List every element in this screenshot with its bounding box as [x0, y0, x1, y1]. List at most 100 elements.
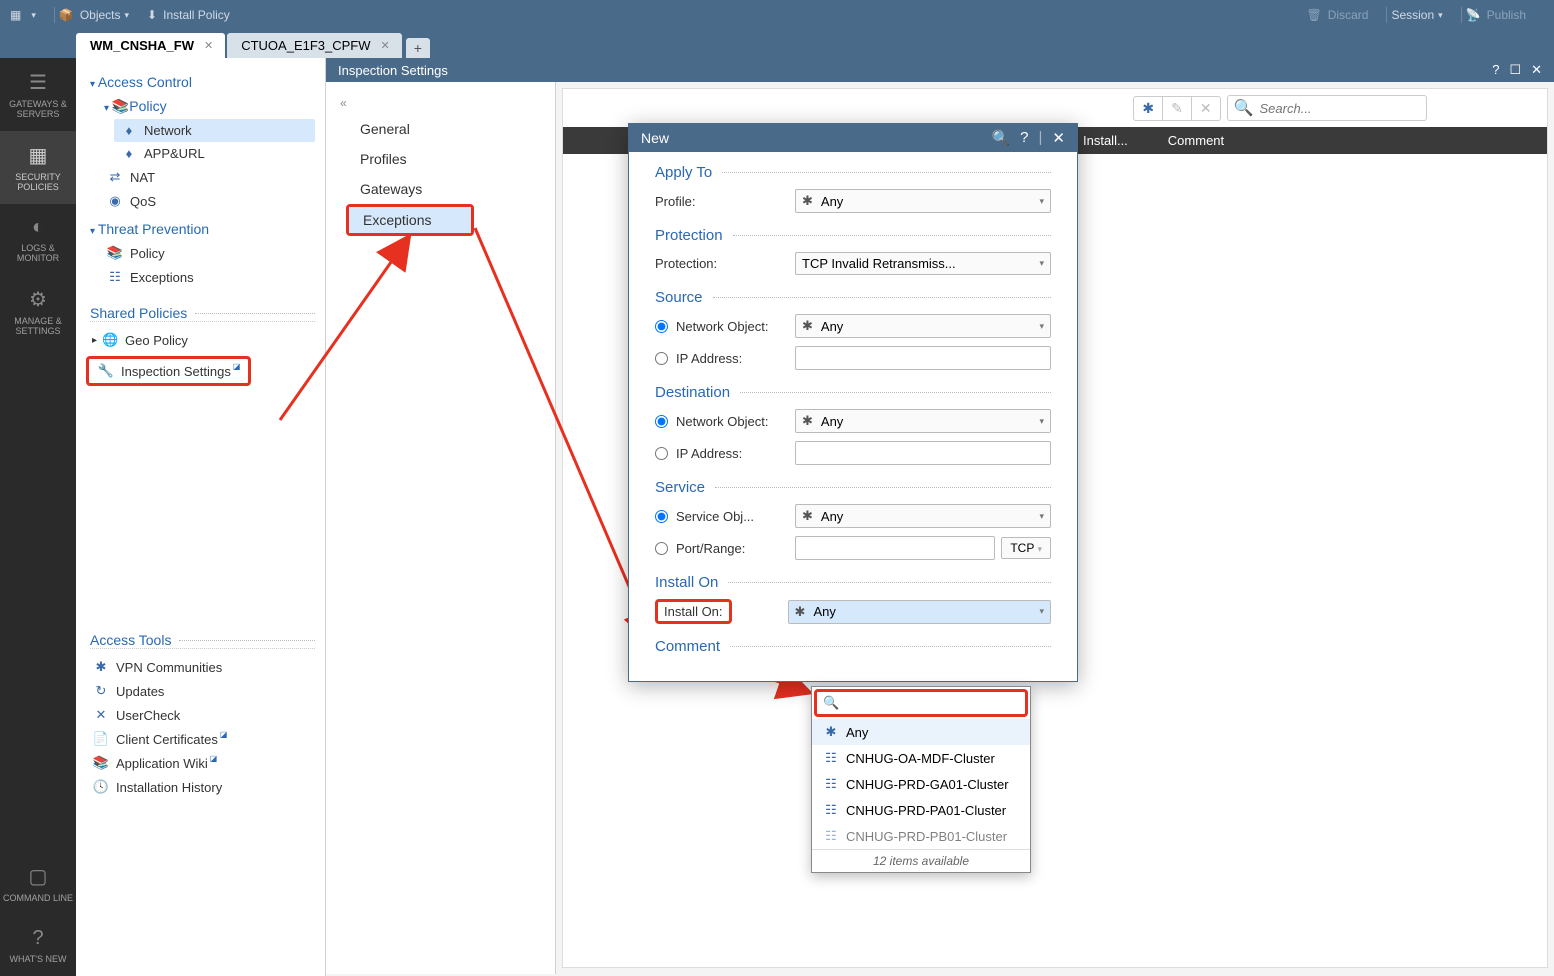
globe-icon: 🌐 — [101, 332, 119, 348]
search-icon: 🔍 — [823, 695, 839, 711]
combo-source-network[interactable]: ✱Any▾ — [795, 314, 1051, 338]
dialog-search-icon[interactable]: 🔍 — [991, 129, 1010, 147]
combo-profile[interactable]: ✱Any▾ — [795, 189, 1051, 213]
rail-gateways[interactable]: ☰GATEWAYS & SERVERS — [0, 58, 76, 131]
sidebar-qos[interactable]: ◉QoS — [100, 189, 315, 213]
radio-dest-network[interactable] — [655, 415, 668, 428]
help-icon[interactable]: ? — [1492, 62, 1499, 78]
session-menu[interactable]: Session▾ — [1391, 8, 1442, 22]
search-box[interactable]: 🔍 — [1227, 95, 1427, 121]
radio-source-ip[interactable] — [655, 352, 668, 365]
cluster-icon: ☷ — [822, 802, 840, 818]
dd-item-cluster[interactable]: ☷CNHUG-PRD-GA01-Cluster — [812, 771, 1030, 797]
search-icon: 🔍 — [1234, 98, 1254, 118]
install-policy-button[interactable]: ⬇Install Policy — [147, 8, 230, 22]
rail-manage[interactable]: ⚙MANAGE & SETTINGS — [0, 275, 76, 348]
usercheck-icon: ✕ — [92, 707, 110, 723]
sidebar-geo-policy[interactable]: ▸🌐Geo Policy — [86, 328, 315, 352]
delete-button[interactable]: ✕ — [1192, 97, 1220, 120]
top-toolbar: ▦▾ 📦Objects▾ ⬇Install Policy 🗑Discard Se… — [0, 0, 1554, 30]
main-title-text: Inspection Settings — [338, 63, 448, 78]
terminal-icon: ▢ — [0, 864, 76, 889]
sidebar-tp-exceptions[interactable]: ☷Exceptions — [100, 265, 315, 289]
dd-item-cluster[interactable]: ☷CNHUG-PRD-PA01-Cluster — [812, 797, 1030, 823]
input-dest-ip[interactable] — [795, 441, 1051, 465]
rail-command-line[interactable]: ▢COMMAND LINE — [0, 852, 76, 915]
rail-logs[interactable]: ◐LOGS & MONITOR — [0, 204, 76, 275]
sidebar-vpn[interactable]: ✱VPN Communities — [86, 655, 315, 679]
objects-icon: 📦 — [59, 8, 74, 22]
new-exception-dialog: New 🔍 ? | ✕ Apply To Profile: ✱Any▾ Prot… — [628, 123, 1078, 682]
label-source-ip[interactable]: IP Address: — [655, 351, 795, 366]
search-input[interactable] — [1260, 101, 1420, 116]
dd-item-cluster[interactable]: ☷CNHUG-PRD-PB01-Cluster — [812, 823, 1030, 849]
add-button[interactable]: ✱ — [1134, 97, 1163, 120]
dd-item-any[interactable]: ✱Any — [812, 719, 1030, 745]
objects-menu[interactable]: 📦Objects▾ — [59, 8, 129, 22]
discard-button[interactable]: 🗑Discard — [1307, 8, 1369, 22]
combo-install-on[interactable]: ✱Any▾ — [788, 600, 1051, 624]
back-chevron[interactable]: « — [326, 92, 555, 114]
combo-protection[interactable]: TCP Invalid Retransmiss...▾ — [795, 252, 1051, 275]
label-profile: Profile: — [655, 194, 795, 209]
radio-port-range[interactable] — [655, 542, 668, 555]
rail-security-policies[interactable]: ▦SECURITY POLICIES — [0, 131, 76, 204]
tab-wm-cnsha[interactable]: WM_CNSHA_FW✕ — [76, 33, 225, 58]
settings-profiles[interactable]: Profiles — [326, 144, 555, 174]
settings-general[interactable]: General — [326, 114, 555, 144]
dialog-close-icon[interactable]: ✕ — [1052, 129, 1065, 147]
sidebar-tp-policy[interactable]: 📚Policy — [100, 241, 315, 265]
gauge-icon: ◐ — [0, 216, 76, 239]
policy-icon: 📚 — [106, 245, 124, 261]
section-access-control[interactable]: Access Control — [90, 74, 315, 90]
radio-source-network[interactable] — [655, 320, 668, 333]
sidebar-usercheck[interactable]: ✕UserCheck — [86, 703, 315, 727]
close-icon[interactable]: ✕ — [1531, 62, 1542, 78]
settings-gateways[interactable]: Gateways — [326, 174, 555, 204]
sidebar-nat[interactable]: ⇄NAT — [100, 165, 315, 189]
dd-item-cluster[interactable]: ☷CNHUG-OA-MDF-Cluster — [812, 745, 1030, 771]
maximize-icon[interactable]: ☐ — [1509, 62, 1521, 78]
tab-ctuoa[interactable]: CTUOA_E1F3_CPFW✕ — [227, 33, 402, 58]
sidebar-updates[interactable]: ↻Updates — [86, 679, 315, 703]
app-menu[interactable]: ▦▾ — [10, 8, 36, 22]
layers-icon: ♦ — [120, 123, 138, 138]
label-dest-no[interactable]: Network Object: — [655, 414, 795, 429]
label-source-no[interactable]: Network Object: — [655, 319, 795, 334]
section-policy[interactable]: 📚Policy — [104, 98, 315, 115]
combo-dest-network[interactable]: ✱Any▾ — [795, 409, 1051, 433]
sidebar-install-history[interactable]: 🕓Installation History — [86, 775, 315, 799]
dialog-help-icon[interactable]: ? — [1020, 129, 1028, 147]
input-source-ip[interactable] — [795, 346, 1051, 370]
section-source: Source — [655, 289, 1051, 306]
cluster-icon: ☷ — [822, 750, 840, 766]
radio-service-obj[interactable] — [655, 510, 668, 523]
tab-close-icon[interactable]: ✕ — [381, 39, 390, 52]
label-port-range[interactable]: Port/Range: — [655, 541, 795, 556]
section-comment: Comment — [655, 638, 1051, 655]
input-port-range[interactable] — [795, 536, 995, 560]
tab-add-button[interactable]: + — [406, 38, 430, 58]
section-threat-prevention[interactable]: Threat Prevention — [90, 221, 315, 237]
rail-whats-new[interactable]: ?WHAT'S NEW — [0, 915, 76, 976]
tab-close-icon[interactable]: ✕ — [204, 39, 213, 52]
combo-service-obj[interactable]: ✱Any▾ — [795, 504, 1051, 528]
sidebar-app-wiki[interactable]: 📚Application Wiki◪ — [86, 751, 315, 775]
content-toolbar: ✱ ✎ ✕ 🔍 — [563, 89, 1547, 127]
sidebar-appurl[interactable]: ♦APP&URL — [114, 142, 315, 165]
sidebar-network[interactable]: ♦Network — [114, 119, 315, 142]
main-title-bar: Inspection Settings ? ☐ ✕ — [326, 58, 1554, 82]
sidebar-client-certs[interactable]: 📄Client Certificates◪ — [86, 727, 315, 751]
publish-icon: 📡 — [1466, 8, 1481, 22]
edit-button[interactable]: ✎ — [1163, 97, 1192, 120]
th-install[interactable]: Install... — [1083, 133, 1128, 148]
radio-dest-ip[interactable] — [655, 447, 668, 460]
label-dest-ip[interactable]: IP Address: — [655, 446, 795, 461]
dropdown-search[interactable]: 🔍 — [814, 689, 1028, 717]
label-service-obj[interactable]: Service Obj... — [655, 509, 795, 524]
publish-button[interactable]: 📡Publish — [1466, 8, 1526, 22]
sidebar-inspection-settings[interactable]: 🔧Inspection Settings◪ — [93, 361, 244, 381]
tcp-selector[interactable]: TCP ▾ — [1001, 537, 1051, 559]
settings-exceptions[interactable]: Exceptions — [349, 207, 471, 233]
th-comment[interactable]: Comment — [1168, 133, 1224, 148]
